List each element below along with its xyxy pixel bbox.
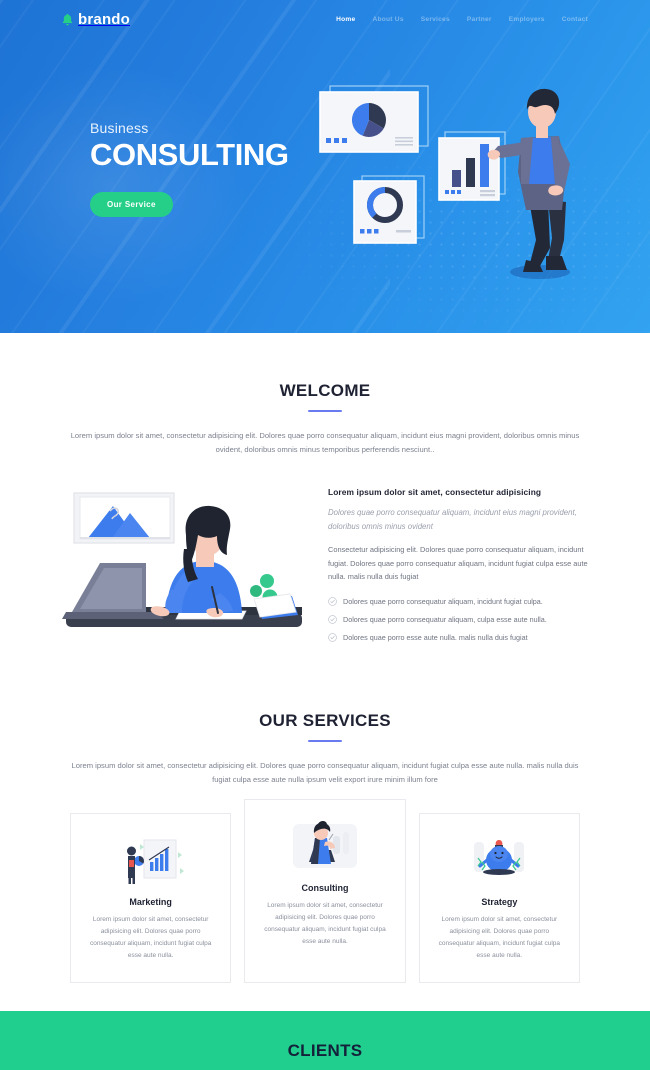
consulting-presenter-illustration bbox=[260, 818, 389, 874]
welcome-header: WELCOME Lorem ipsum dolor sit amet, cons… bbox=[0, 381, 650, 457]
service-card-body: Lorem ipsum dolor sit amet, consectetur … bbox=[89, 915, 212, 959]
list-item: Dolores quae porro consequatur aliquam, … bbox=[328, 597, 590, 606]
nav-item-home[interactable]: Home bbox=[336, 16, 355, 23]
our-service-button[interactable]: Our Service bbox=[90, 191, 173, 217]
clients-header: CLIENTS Lorem ipsum dolor sit amet, cons… bbox=[0, 1041, 650, 1070]
services-title: OUR SERVICES bbox=[259, 710, 391, 730]
welcome-subheading: Lorem ipsum dolor sit amet, consectetur … bbox=[328, 487, 542, 498]
list-item-label: Dolores quae porro esse aute nulla. mali… bbox=[343, 632, 528, 642]
list-item-label: Dolores quae porro consequatur aliquam, … bbox=[343, 596, 543, 606]
service-cards: Marketing Lorem ipsum dolor sit amet, co… bbox=[70, 798, 580, 983]
welcome-text-column: Lorem ipsum dolor sit amet, consectetur … bbox=[328, 485, 590, 651]
check-circle-icon bbox=[328, 633, 337, 642]
nav-item-partner[interactable]: Partner bbox=[467, 16, 492, 23]
service-card-marketing[interactable]: Marketing Lorem ipsum dolor sit amet, co… bbox=[70, 812, 232, 983]
services-section: OUR SERVICES Lorem ipsum dolor sit amet,… bbox=[0, 650, 650, 983]
services-lead: Lorem ipsum dolor sit amet, consectetur … bbox=[71, 760, 579, 784]
hero-illustration bbox=[312, 80, 597, 290]
list-item: Dolores quae porro esse aute nulla. mali… bbox=[328, 633, 590, 642]
welcome-columns: Lorem ipsum dolor sit amet, consectetur … bbox=[60, 485, 590, 651]
clients-title: CLIENTS bbox=[287, 1040, 363, 1060]
service-card-body: Lorem ipsum dolor sit amet, consectetur … bbox=[438, 915, 561, 959]
marketing-chart-illustration bbox=[86, 832, 215, 888]
nav-links: Home About Us Services Partner Employers… bbox=[336, 16, 588, 23]
nav-item-services[interactable]: Services bbox=[421, 16, 450, 23]
brand-logo[interactable]: brando bbox=[62, 11, 130, 28]
landing-page: brando Home About Us Services Partner Em… bbox=[0, 0, 650, 1070]
list-item: Dolores quae porro consequatur aliquam, … bbox=[328, 615, 590, 624]
welcome-body-text: Consectetur adipisicing elit. Dolores qu… bbox=[328, 545, 588, 582]
service-card-body: Lorem ipsum dolor sit amet, consectetur … bbox=[264, 901, 386, 945]
nav-item-contact[interactable]: Contact bbox=[562, 16, 588, 23]
welcome-lead: Lorem ipsum dolor sit amet, consectetur … bbox=[70, 431, 580, 455]
service-card-title: Strategy bbox=[481, 896, 518, 907]
service-card-title: Marketing bbox=[129, 896, 172, 907]
service-card-title: Consulting bbox=[301, 882, 349, 893]
check-circle-icon bbox=[328, 597, 337, 606]
main-navigation: brando Home About Us Services Partner Em… bbox=[0, 0, 650, 38]
strategy-meditation-illustration bbox=[435, 832, 564, 888]
welcome-illustration bbox=[60, 485, 310, 644]
hero-copy: Business CONSULTING Our Service bbox=[90, 120, 289, 217]
welcome-title-underline bbox=[308, 410, 342, 412]
hero-title: CONSULTING bbox=[90, 137, 289, 172]
welcome-title: WELCOME bbox=[279, 381, 371, 400]
hero-section: brando Home About Us Services Partner Em… bbox=[0, 0, 650, 333]
clients-section: CLIENTS Lorem ipsum dolor sit amet, cons… bbox=[0, 1010, 650, 1070]
check-circle-icon bbox=[328, 615, 337, 624]
welcome-italic-text: Dolores quae porro consequatur aliquam, … bbox=[328, 508, 577, 531]
nav-item-about-us[interactable]: About Us bbox=[372, 16, 403, 23]
service-card-strategy[interactable]: Strategy Lorem ipsum dolor sit amet, con… bbox=[418, 812, 580, 983]
nav-item-employers[interactable]: Employers bbox=[509, 16, 545, 23]
services-header: OUR SERVICES Lorem ipsum dolor sit amet,… bbox=[0, 711, 650, 787]
brand-name: brando bbox=[78, 10, 131, 28]
bell-icon bbox=[62, 13, 73, 26]
hero-eyebrow: Business bbox=[90, 120, 149, 136]
service-card-consulting[interactable]: Consulting Lorem ipsum dolor sit amet, c… bbox=[244, 798, 406, 983]
list-item-label: Dolores quae porro consequatur aliquam, … bbox=[343, 614, 547, 624]
welcome-feature-list: Dolores quae porro consequatur aliquam, … bbox=[328, 597, 590, 642]
services-title-underline bbox=[308, 739, 342, 742]
welcome-section: WELCOME Lorem ipsum dolor sit amet, cons… bbox=[0, 333, 650, 651]
